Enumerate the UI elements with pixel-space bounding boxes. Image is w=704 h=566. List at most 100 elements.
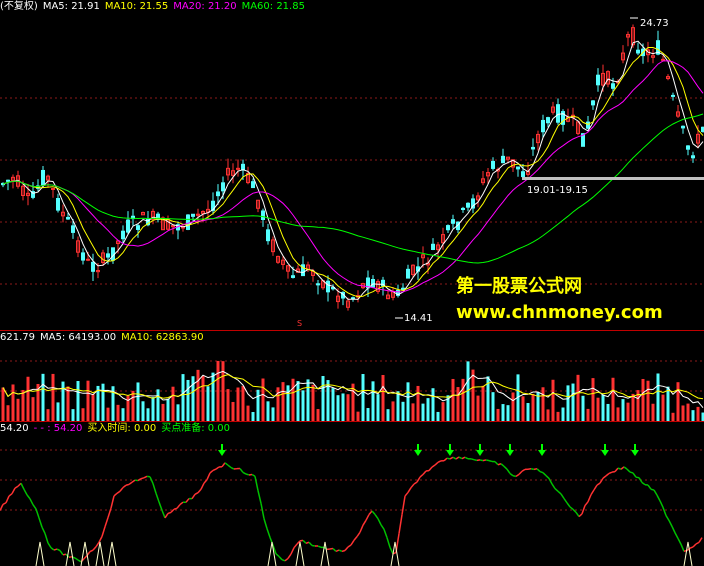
buy-arrow-icon bbox=[446, 450, 454, 456]
volume-bar bbox=[71, 409, 75, 421]
volume-bar bbox=[101, 383, 105, 421]
buy-arrow-icon bbox=[538, 450, 546, 456]
indicator-line-segment bbox=[434, 461, 439, 466]
volume-bar bbox=[611, 377, 615, 421]
indicator-line-segment bbox=[35, 508, 40, 519]
indicator-line-segment bbox=[401, 495, 406, 515]
indicator-line-segment bbox=[554, 488, 559, 492]
indicator-line-segment bbox=[680, 543, 685, 552]
indicator-line-segment bbox=[458, 456, 463, 460]
candle-body bbox=[591, 100, 595, 106]
indicator-line-segment bbox=[542, 472, 547, 477]
volume-bar bbox=[56, 402, 60, 421]
volume-bar bbox=[426, 398, 430, 421]
indicator-line-segment bbox=[206, 472, 211, 481]
volume-bar bbox=[181, 374, 185, 421]
indicator-line-segment bbox=[32, 504, 37, 510]
indicator-line-segment bbox=[101, 526, 106, 537]
indicator-line-segment bbox=[605, 472, 610, 477]
indicator-line-segment bbox=[20, 482, 25, 490]
volume-bar bbox=[61, 381, 65, 421]
volume-panel[interactable]: 621.79 MA5: 64193.00 MA10: 62863.90 bbox=[0, 331, 704, 421]
indicator-line-segment bbox=[95, 541, 100, 548]
indicator-line-segment bbox=[224, 462, 229, 466]
indicator-line-segment bbox=[485, 459, 490, 462]
volume-bar bbox=[146, 408, 150, 421]
volume-bar bbox=[696, 406, 700, 421]
candle-body bbox=[446, 225, 450, 231]
candle-body bbox=[106, 253, 110, 258]
volume-bar bbox=[631, 393, 635, 421]
indicator-line-segment bbox=[107, 507, 112, 518]
volume-bar bbox=[21, 389, 25, 421]
indicator-line-segment bbox=[416, 476, 421, 483]
volume-bar bbox=[626, 402, 630, 421]
indicator-chart[interactable] bbox=[0, 422, 704, 566]
indicator-line-segment bbox=[332, 547, 337, 552]
volume-bar bbox=[236, 387, 240, 421]
volume-bar bbox=[226, 389, 230, 421]
indicator-line-segment bbox=[614, 467, 619, 473]
volume-bar bbox=[81, 408, 85, 421]
volume-bar bbox=[216, 360, 220, 421]
volume-bar bbox=[121, 408, 125, 421]
volume-bar bbox=[91, 394, 95, 421]
indicator-line-segment bbox=[611, 470, 616, 473]
indicator-line-segment bbox=[500, 463, 505, 467]
candle-body bbox=[586, 121, 590, 129]
sell-marker: S bbox=[297, 319, 302, 328]
candle-body bbox=[516, 166, 520, 170]
legend-ma5: MA5: 21.91 bbox=[42, 1, 100, 12]
volume-bar bbox=[481, 385, 485, 421]
volume-bar bbox=[616, 407, 620, 421]
price-panel[interactable]: (不复权) MA5: 21.91 MA10: 21.55 MA20: 21.20 MA6… bbox=[0, 0, 704, 330]
indicator-line-segment bbox=[371, 510, 376, 515]
volume-bar bbox=[566, 385, 570, 421]
indicator-line-segment bbox=[689, 546, 694, 549]
indicator-line-segment bbox=[446, 457, 451, 460]
volume-bar bbox=[686, 403, 690, 421]
indicator-line-segment bbox=[647, 484, 652, 490]
indicator-line-segment bbox=[545, 475, 550, 479]
indicator-line-segment bbox=[428, 466, 433, 472]
indicator-line-segment bbox=[8, 493, 13, 497]
indicator-panel[interactable]: 54.20 - - : 54.20 买入时间: 0.00 买点准备: 0.00 bbox=[0, 422, 704, 566]
candle-body bbox=[81, 252, 85, 261]
indicator-spike bbox=[267, 541, 277, 566]
legend-vol: 621.79 bbox=[0, 332, 35, 343]
indicator-line-segment bbox=[41, 526, 46, 534]
volume-bar bbox=[301, 390, 305, 421]
volume-bar bbox=[391, 401, 395, 421]
candle-body bbox=[136, 225, 140, 230]
volume-bar bbox=[251, 412, 255, 421]
indicator-spike bbox=[295, 541, 305, 566]
indicator-line-segment bbox=[629, 471, 634, 474]
volume-bar bbox=[606, 403, 610, 421]
volume-bar bbox=[331, 388, 335, 421]
indicator-line-segment bbox=[455, 456, 460, 460]
indicator-line-segment bbox=[632, 472, 637, 478]
indicator-line-segment bbox=[695, 541, 700, 545]
buy-arrow-icon bbox=[414, 450, 422, 456]
indicator-line-segment bbox=[77, 559, 82, 563]
indicator-line-segment bbox=[176, 504, 181, 509]
candle-body bbox=[541, 119, 545, 133]
volume-bar bbox=[291, 378, 295, 421]
indicator-spike bbox=[320, 541, 330, 566]
indicator-line-segment bbox=[191, 493, 196, 500]
indicator-line-segment bbox=[356, 531, 361, 538]
volume-bar bbox=[271, 407, 275, 421]
volume-bar bbox=[596, 397, 600, 421]
indicator-line-segment bbox=[197, 488, 202, 494]
indicator-line-segment bbox=[581, 505, 586, 515]
volume-bar bbox=[346, 394, 350, 421]
legend-buy-time: 买入时间: 0.00 bbox=[87, 423, 157, 434]
indicator-line-segment bbox=[461, 456, 466, 460]
volume-bar bbox=[386, 409, 390, 421]
volume-bar bbox=[531, 393, 535, 421]
volume-bar bbox=[456, 387, 460, 421]
price-chart[interactable]: 24.73 14.41 19.01-19.15 S bbox=[0, 0, 704, 330]
indicator-line-segment bbox=[584, 501, 589, 507]
indicator-line-segment bbox=[536, 468, 541, 473]
candle-body bbox=[431, 243, 435, 251]
